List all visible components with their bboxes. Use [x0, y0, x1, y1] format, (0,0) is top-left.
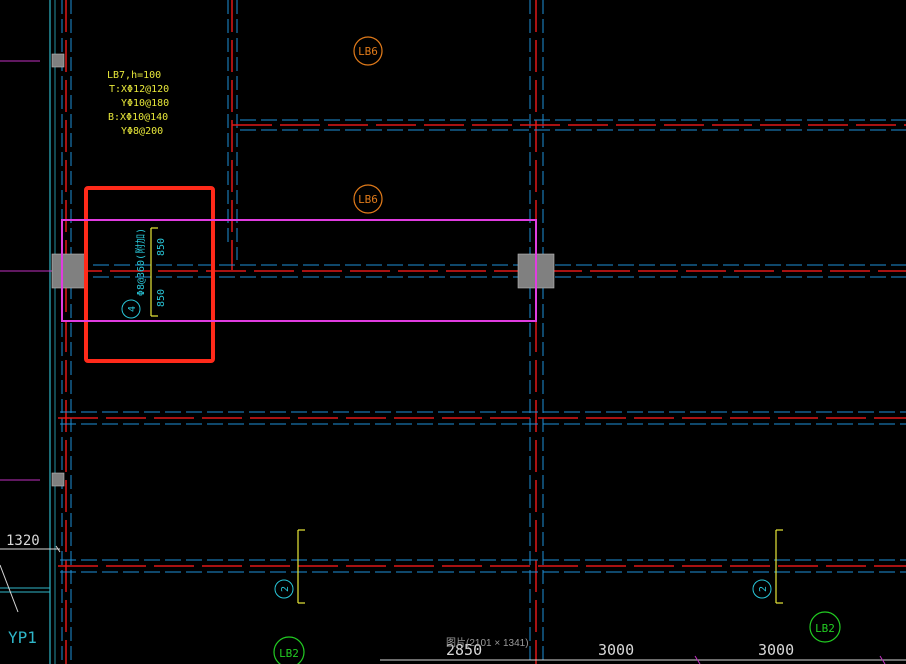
- dimension-3000-a: 3000: [598, 641, 634, 659]
- slab-note-line-4: B:XΦ10@140: [108, 112, 168, 123]
- column-bottom-left: [51, 472, 65, 487]
- slab-note-line-1: LB7,h=100: [107, 70, 161, 81]
- cad-drawing-canvas[interactable]: LB7,h=100 T:XΦ12@120 YΦ10@180 B:XΦ10@140…: [0, 0, 906, 664]
- rebar-spec-text: Φ8@360(附加): [134, 228, 147, 296]
- dimension-1320: 1320: [6, 533, 40, 549]
- rebar-mark-2-left: 2: [280, 586, 291, 592]
- slab-tag-lb6-top-label: LB6: [358, 45, 378, 58]
- rebar-extent-bottom: 850: [156, 289, 167, 307]
- slab-note-line-2: T:XΦ12@120: [109, 84, 169, 95]
- slab-tag-lb2-right-label: LB2: [815, 622, 835, 635]
- column-top-left: [51, 53, 65, 68]
- rebar-mark-4: 4: [127, 306, 138, 312]
- rebar-extent-top: 850: [156, 238, 167, 256]
- rebar-mark-2-right: 2: [758, 586, 769, 592]
- label-yp1: YP1: [8, 628, 37, 647]
- image-size-indicator: 图片(2101 × 1341): [446, 638, 529, 649]
- slab-note-line-5: YΦ8@200: [121, 126, 163, 137]
- slab-note-line-3: YΦ10@180: [121, 98, 169, 109]
- dimension-3000-b: 3000: [758, 641, 794, 659]
- column-mid-left: [51, 253, 87, 289]
- slab-tag-lb2-bottom-label: LB2: [279, 647, 299, 660]
- slab-tag-lb6-mid-label: LB6: [358, 193, 378, 206]
